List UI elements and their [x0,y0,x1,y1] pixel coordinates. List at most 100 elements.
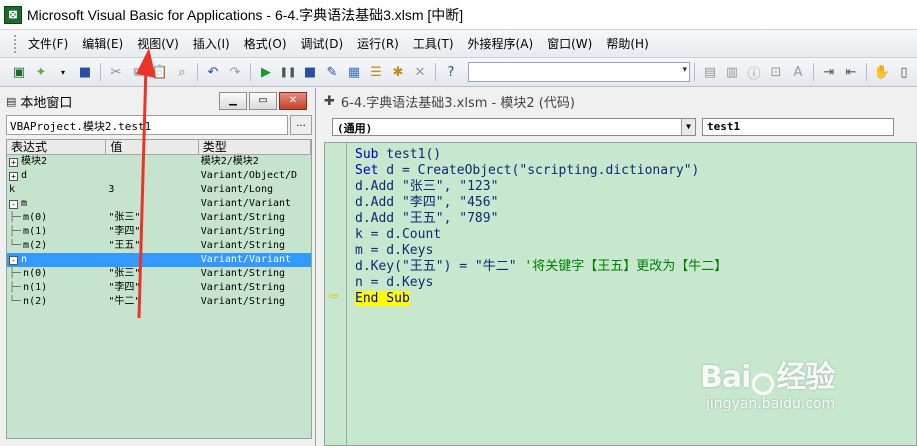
locals-row[interactable]: + d Variant/Object/D [7,169,311,183]
toolbox-icon[interactable]: ✕ [410,62,430,82]
list-constants-icon[interactable]: ▥ [722,62,742,82]
copy-icon[interactable]: ⧉ [128,62,148,82]
column-header-value[interactable]: 值 [106,140,199,154]
code-line: d.Add "王五", "789" [355,211,727,227]
locals-row[interactable]: + 模块2 模块2/模块2 [7,155,311,169]
restore-button[interactable]: ▭ [249,92,277,110]
parameter-info-icon[interactable]: ⊡ [766,62,786,82]
call-stack-button[interactable]: ... [290,115,312,135]
toolbar-separator [435,63,436,81]
code-window-title: 6-4.字典语法基础3.xlsm - 模块2 (代码) [340,95,575,111]
quick-info-icon[interactable]: ⓘ [744,62,764,82]
insert-userform-icon[interactable]: ✦ [31,62,51,82]
locals-cell-type: Variant/String [200,296,286,307]
locals-cell-type: Variant/Variant [200,198,292,209]
locals-row[interactable]: └─ n(2) "牛二" Variant/String [7,295,311,309]
find-icon[interactable]: ⌕ [172,62,192,82]
project-explorer-icon[interactable]: ▦ [344,62,364,82]
outdent-icon[interactable]: ⇤ [841,62,861,82]
collapse-icon[interactable]: - [9,199,18,209]
margin-indicator-bar[interactable]: ⇨ [325,143,347,445]
expression-text: k [9,184,16,195]
locals-cell-expression: └─ m(2) [7,239,106,253]
locals-row[interactable]: └─ m(2) "王五" Variant/String [7,239,311,253]
locals-cell-type: Variant/String [200,226,286,237]
excel-view-icon[interactable]: ▣ [9,62,29,82]
locals-row[interactable]: ├─ m(0) "张三" Variant/String [7,211,311,225]
break-icon[interactable]: ❚❚ [278,62,298,82]
locals-row[interactable]: - m Variant/Variant [7,197,311,211]
collapse-icon[interactable]: - [9,255,18,265]
expression-text: d [21,170,28,181]
code-line: Sub test1() [355,147,727,163]
menu-item[interactable]: 窗口(W) [540,32,599,55]
code-token: n = d.Keys [355,275,434,290]
indent-icon[interactable]: ⇥ [819,62,839,82]
properties-icon[interactable]: ☰ [366,62,386,82]
code-lines: Sub test1() Set d = CreateObject("scripti… [355,147,727,307]
object-dropdown[interactable]: (通用) ▼ [332,118,696,136]
menu-item[interactable]: 调试(D) [294,32,351,55]
redo-icon[interactable]: ↷ [225,62,245,82]
tree-line-icon: └─ [9,296,22,307]
locals-cell-expression: └─ n(2) [7,295,106,309]
menu-item[interactable]: 视图(V) [130,32,186,55]
help-icon[interactable]: ? [441,62,461,82]
locals-cell-value: "张三" [108,212,141,223]
complete-word-icon[interactable]: A [788,62,808,82]
menu-item[interactable]: 编辑(E) [75,32,130,55]
run-icon[interactable]: ▶ [256,62,276,82]
toolbar-combo[interactable]: ▾ [468,62,690,82]
cut-icon[interactable]: ✂ [106,62,126,82]
locals-cell-type: Variant/Long [200,184,273,195]
expand-icon[interactable]: + [9,171,18,181]
menu-item[interactable]: 外接程序(A) [461,32,541,55]
dropdown-arrow-icon[interactable]: ▾ [53,62,73,82]
locals-cell-type: Variant/Object/D [200,170,298,181]
locals-row[interactable]: k 3 Variant/Long [7,183,311,197]
locals-row[interactable]: ├─ m(1) "李四" Variant/String [7,225,311,239]
comment-block-icon[interactable]: ▯ [894,62,914,82]
reset-icon[interactable]: ■ [300,62,320,82]
paste-icon[interactable]: 📋 [150,62,170,82]
menu-item[interactable]: 插入(I) [186,32,237,55]
combo-arrow-icon: ▾ [682,65,687,75]
tree-line-icon: └─ [9,240,22,251]
save-icon[interactable]: ■ [75,62,95,82]
code-line: Set d = CreateObject("scripting.dictiona… [355,163,727,179]
design-mode-icon[interactable]: ✎ [322,62,342,82]
locals-row[interactable]: ├─ n(0) "张三" Variant/String [7,267,311,281]
code-window-header: ✚ 6-4.字典语法基础3.xlsm - 模块2 (代码) [318,88,917,114]
locals-window: ▤ 本地窗口 ▁ ▭ ✕ VBAProject.模块2.test1 ... 表达… [0,88,316,446]
code-token: Sub [355,147,379,162]
expression-text: n(1) [23,282,48,293]
undo-icon[interactable]: ↶ [203,62,223,82]
menu-item[interactable]: 格式(O) [237,32,294,55]
expand-icon[interactable]: + [9,157,18,167]
column-header-type[interactable]: 类型 [199,140,311,154]
menu-item[interactable]: 文件(F) [21,32,75,55]
tree-line-icon: ├─ [9,212,22,223]
execution-point-arrow-icon: ⇨ [329,289,340,303]
code-token: d.Key("王五") = "牛二" [355,259,525,274]
procedure-dropdown-value: test1 [707,120,741,133]
expression-text: m [21,198,28,209]
object-browser-icon[interactable]: ✱ [388,62,408,82]
locals-context-field[interactable]: VBAProject.模块2.test1 [6,115,288,135]
code-line: d.Add "李四", "456" [355,195,727,211]
menu-item[interactable]: 运行(R) [350,32,406,55]
baidu-paw-icon [752,372,775,395]
close-button[interactable]: ✕ [279,92,307,110]
procedure-dropdown[interactable]: test1 [702,118,894,136]
locals-row[interactable]: ├─ n(1) "李四" Variant/String [7,281,311,295]
menu-item[interactable]: 工具(T) [406,32,461,55]
window-title: Microsoft Visual Basic for Applications … [27,6,464,23]
column-header-expression[interactable]: 表达式 [7,140,107,154]
locals-cell-expression: -m [7,197,106,211]
toggle-breakpoint-icon[interactable]: ✋ [872,62,892,82]
locals-row[interactable]: - n Variant/Variant [7,253,311,267]
watermark-url: jingyan.baidu.com [706,396,836,412]
list-properties-icon[interactable]: ▤ [700,62,720,82]
minimize-button[interactable]: ▁ [219,92,247,110]
menu-item[interactable]: 帮助(H) [599,32,655,55]
